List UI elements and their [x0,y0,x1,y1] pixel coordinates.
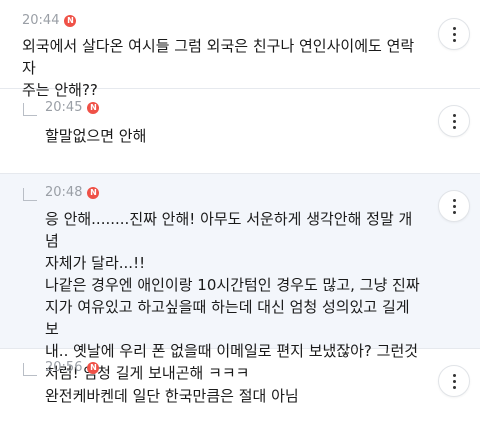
reply-corner-icon [23,103,37,116]
vertical-ellipsis-icon [452,112,456,130]
comment-text: 완전케바켄데 일단 한국만큼은 절대 아님 [45,387,299,405]
reply-item: 20:56 N 완전케바켄데 일단 한국만큼은 절대 아님 [0,349,480,422]
comment-meta: 20:45 N [45,100,100,115]
new-badge: N [87,361,100,374]
reply-item: 20:45 N 할말없으면 안해 [0,89,480,174]
more-options-button[interactable] [438,365,470,397]
comment-meta: 20:56 N [45,360,100,375]
comment-item: 20:44 N 외국에서 살다온 여시들 그럼 외국은 친구나 연인사이에도 연… [0,0,480,99]
comment-text: 할말없으면 안해 [45,127,147,145]
comment-timestamp: 20:56 [45,360,83,375]
vertical-ellipsis-icon [452,372,456,390]
new-badge: N [64,14,77,27]
vertical-ellipsis-icon [452,197,456,215]
reply-corner-icon [23,363,37,376]
more-options-button[interactable] [438,18,470,50]
more-options-button[interactable] [438,105,470,137]
reply-item-highlighted: 20:48 N 응 안해........진짜 안해! 아무도 서운하게 생각안해… [0,174,480,382]
comment-thread: 20:44 N 외국에서 살다온 여시들 그럼 외국은 친구나 연인사이에도 연… [0,0,480,422]
vertical-ellipsis-icon [452,25,456,43]
comment-timestamp: 20:44 [22,13,60,28]
more-options-button[interactable] [438,190,470,222]
comment-meta: 20:44 N [22,13,77,28]
reply-corner-icon [23,188,37,201]
new-badge: N [87,101,100,114]
comment-timestamp: 20:45 [45,100,83,115]
comment-timestamp: 20:48 [45,185,83,200]
new-badge: N [87,186,100,199]
comment-meta: 20:48 N [45,185,100,200]
